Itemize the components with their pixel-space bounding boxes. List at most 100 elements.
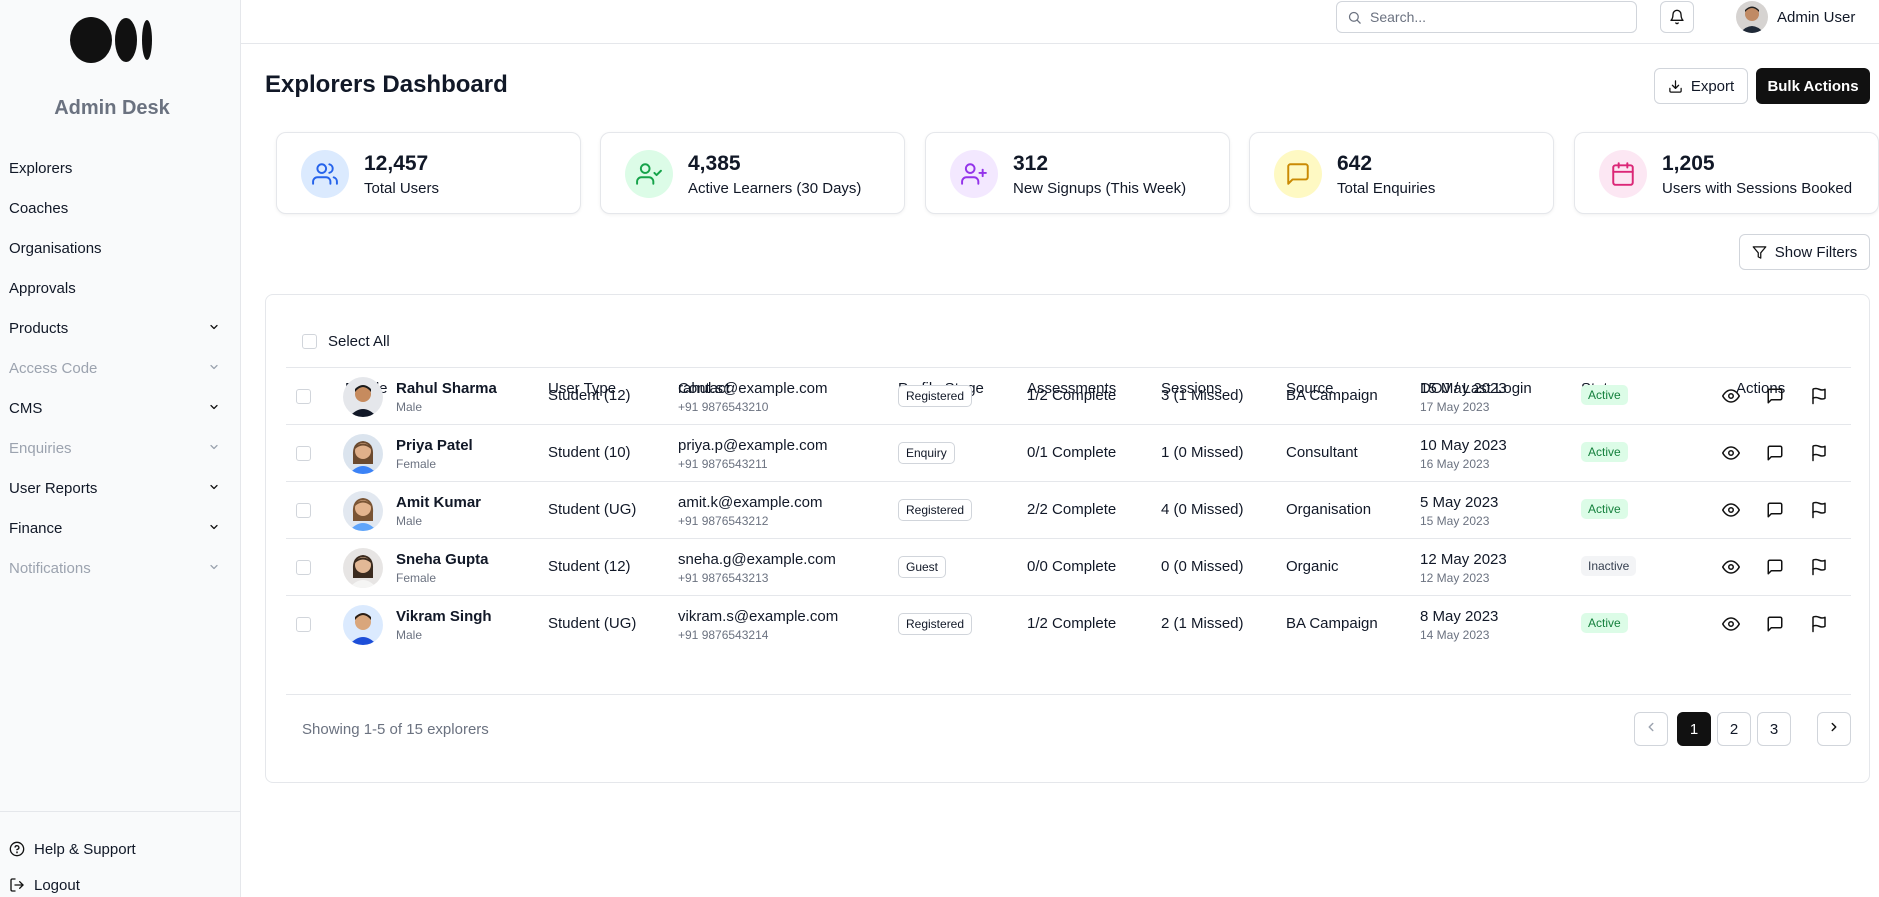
sidebar-item-cms[interactable]: CMS — [0, 388, 240, 428]
user-name: Admin User — [1777, 8, 1856, 26]
prev-page-button[interactable] — [1634, 712, 1668, 746]
profile-name[interactable]: Amit Kumar — [396, 494, 481, 511]
sidebar-item-approvals[interactable]: Approvals — [0, 268, 240, 308]
page-1-button[interactable]: 1 — [1677, 712, 1711, 746]
flag-button[interactable] — [1810, 387, 1828, 405]
download-icon — [1669, 79, 1682, 93]
assessments: 0/1 Complete — [1027, 444, 1117, 461]
page-title: Explorers Dashboard — [265, 71, 508, 98]
chevron-down-icon — [208, 320, 220, 337]
view-button[interactable] — [1722, 615, 1740, 633]
logo-icon — [70, 17, 152, 63]
source: Organisation — [1286, 501, 1372, 518]
avatar — [343, 491, 383, 531]
flag-button[interactable] — [1810, 501, 1828, 519]
next-page-button[interactable] — [1817, 712, 1851, 746]
sidebar-item-products[interactable]: Products — [0, 308, 240, 348]
user-plus-icon — [950, 150, 998, 198]
sidebar-item-access-code[interactable]: Access Code — [0, 348, 240, 388]
view-button[interactable] — [1722, 444, 1740, 462]
row-checkbox[interactable] — [296, 617, 311, 632]
stat-card: 12,457 Total Users — [276, 132, 581, 214]
page-2-button[interactable]: 2 — [1717, 712, 1751, 746]
stat-label: Active Learners (30 Days) — [688, 180, 862, 197]
stat-label: Users with Sessions Booked — [1662, 180, 1853, 197]
sidebar-item-explorers[interactable]: Explorers — [0, 148, 240, 188]
profile-stage-badge: Enquiry — [898, 442, 955, 464]
row-checkbox[interactable] — [296, 389, 311, 404]
view-button[interactable] — [1722, 387, 1740, 405]
sidebar: Admin Desk Explorers Coaches Organisations… — [0, 0, 241, 897]
explorers-table-panel: Select All Profile User Type Contact Pro… — [265, 294, 1870, 783]
row-checkbox[interactable] — [296, 503, 311, 518]
bulk-actions-label: Bulk Actions — [1767, 77, 1859, 95]
row-checkbox[interactable] — [296, 446, 311, 461]
chevron-down-icon — [208, 480, 220, 497]
logout-label: Logout — [34, 876, 80, 894]
flag-button[interactable] — [1810, 615, 1828, 633]
export-label: Export — [1690, 77, 1735, 95]
table-row: Rahul Sharma Male Student (12) rahul.s@exam… — [286, 367, 1851, 424]
select-all-label: Select All — [328, 333, 390, 350]
sidebar-item-organisations[interactable]: Organisations — [0, 228, 240, 268]
export-button[interactable]: Export — [1654, 68, 1748, 104]
sidebar-item-coaches[interactable]: Coaches — [0, 188, 240, 228]
sidebar-item-label: Notifications — [9, 559, 91, 577]
stat-card: 642 Total Enquiries — [1249, 132, 1554, 214]
select-all[interactable]: Select All — [302, 333, 390, 350]
flag-button[interactable] — [1810, 444, 1828, 462]
notifications-button[interactable] — [1660, 1, 1694, 33]
profile-stage-badge: Registered — [898, 613, 973, 635]
search-input[interactable] — [1370, 9, 1610, 25]
sidebar-item-finance[interactable]: Finance — [0, 508, 240, 548]
profile-name[interactable]: Sneha Gupta — [396, 551, 489, 568]
user-check-icon — [625, 150, 673, 198]
contact-phone: +91 9876543211 — [678, 457, 768, 471]
last-login: 14 May 2023 — [1420, 628, 1490, 642]
user-menu[interactable]: Admin User — [1736, 0, 1855, 34]
message-button[interactable] — [1766, 615, 1784, 633]
user-type: Student (12) — [548, 387, 631, 404]
page-3-button[interactable]: 3 — [1757, 712, 1791, 746]
select-all-checkbox[interactable] — [302, 334, 317, 349]
chevron-down-icon — [208, 560, 220, 577]
avatar — [343, 548, 383, 588]
profile-gender: Female — [396, 571, 437, 585]
flag-button[interactable] — [1810, 558, 1828, 576]
logout-link[interactable]: Logout — [0, 867, 240, 897]
profile-name[interactable]: Vikram Singh — [396, 608, 492, 625]
chevron-down-icon — [208, 520, 220, 537]
sessions: 3 (1 Missed) — [1161, 387, 1244, 404]
date-of-joining: 8 May 2023 — [1420, 608, 1499, 625]
chevron-down-icon — [208, 440, 220, 457]
eye-icon — [1722, 446, 1740, 466]
chevron-left-icon — [1644, 720, 1658, 738]
message-button[interactable] — [1766, 501, 1784, 519]
contact-phone: +91 9876543212 — [678, 514, 769, 528]
message-square-icon — [1766, 502, 1784, 523]
message-button[interactable] — [1766, 444, 1784, 462]
message-button[interactable] — [1766, 387, 1784, 405]
message-button[interactable] — [1766, 558, 1784, 576]
chevron-down-icon — [208, 360, 220, 377]
last-login: 16 May 2023 — [1420, 457, 1490, 471]
sidebar-item-notifications[interactable]: Notifications — [0, 548, 240, 588]
source: BA Campaign — [1286, 387, 1378, 404]
profile-name[interactable]: Priya Patel — [396, 437, 473, 454]
sidebar-item-user-reports[interactable]: User Reports — [0, 468, 240, 508]
profile-name[interactable]: Rahul Sharma — [396, 380, 497, 397]
sidebar-nav: Explorers Coaches Organisations Approvals Pr… — [0, 148, 240, 588]
sidebar-item-label: Access Code — [9, 359, 98, 377]
help-support-link[interactable]: Help & Support — [0, 831, 240, 867]
bulk-actions-button[interactable]: Bulk Actions — [1756, 68, 1870, 104]
view-button[interactable] — [1722, 558, 1740, 576]
sidebar-item-label: Approvals — [9, 279, 76, 297]
message-square-icon — [1766, 445, 1784, 466]
stat-label: Total Enquiries — [1337, 180, 1436, 197]
avatar — [343, 377, 383, 417]
row-checkbox[interactable] — [296, 560, 311, 575]
sidebar-item-enquiries[interactable]: Enquiries — [0, 428, 240, 468]
show-filters-button[interactable]: Show Filters — [1739, 234, 1870, 270]
view-button[interactable] — [1722, 501, 1740, 519]
sidebar-item-label: CMS — [9, 399, 43, 417]
